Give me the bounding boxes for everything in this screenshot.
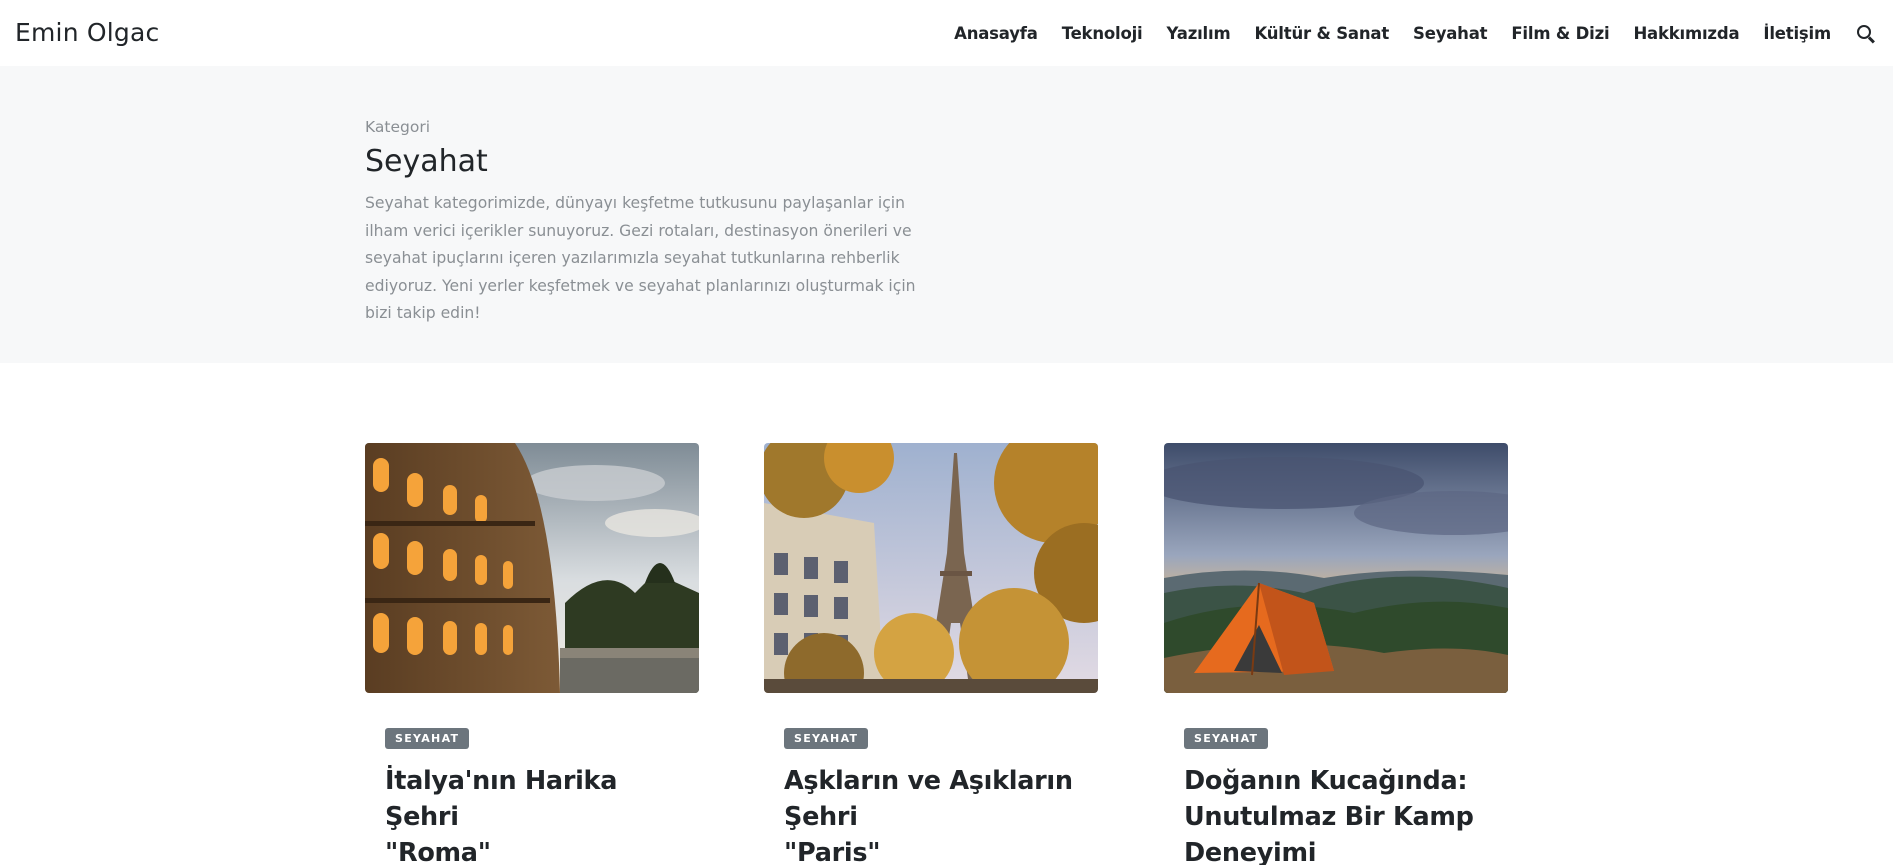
nav-yazilim[interactable]: Yazılım (1167, 24, 1231, 43)
post-title[interactable]: Doğanın Kucağında: Unutulmaz Bir Kamp De… (1184, 763, 1474, 865)
main-nav: Anasayfa Teknoloji Yazılım Kültür & Sana… (930, 0, 1875, 66)
post-title-line: "Paris" (784, 838, 881, 865)
category-badge[interactable]: SEYAHAT (385, 728, 470, 749)
navbar: Emin Olgac Anasayfa Teknoloji Yazılım Kü… (0, 0, 1893, 66)
post-title[interactable]: Aşkların ve Aşıkların Şehri "Paris" (784, 763, 1098, 865)
nav-anasayfa[interactable]: Anasayfa (954, 24, 1038, 43)
post-title-line: Unutulmaz Bir Kamp (1184, 802, 1474, 832)
camping-tent-photo[interactable] (1164, 443, 1508, 693)
post-title-line: İtalya'nın Harika Şehri (385, 766, 618, 832)
category-description: Seyahat kategorimizde, dünyayı keşfetme … (365, 194, 916, 322)
post-title-line: Doğanın Kucağında: (1184, 766, 1468, 796)
nav-hakkimizda[interactable]: Hakkımızda (1633, 24, 1739, 43)
colosseum-photo[interactable] (365, 443, 699, 693)
nav-film-dizi[interactable]: Film & Dizi (1511, 24, 1609, 43)
category-badge[interactable]: SEYAHAT (784, 728, 869, 749)
nav-iletisim[interactable]: İletişim (1763, 24, 1831, 43)
page-title: Seyahat (365, 144, 488, 179)
category-eyebrow: Kategori (365, 118, 431, 136)
category-badge[interactable]: SEYAHAT (1184, 728, 1269, 749)
nav-teknoloji[interactable]: Teknoloji (1062, 24, 1143, 43)
site-brand[interactable]: Emin Olgac (15, 18, 159, 47)
nav-kultur-sanat[interactable]: Kültür & Sanat (1254, 24, 1389, 43)
post-title-line: Deneyimi (1184, 838, 1317, 865)
nav-seyahat[interactable]: Seyahat (1413, 24, 1488, 43)
category-hero: Kategori Seyahat Seyahat kategorimizde, … (0, 66, 1893, 363)
search-icon[interactable] (1855, 23, 1875, 43)
post-title[interactable]: İtalya'nın Harika Şehri "Roma" (385, 763, 699, 865)
post-title-line: Aşkların ve Aşıkların Şehri (784, 766, 1073, 832)
eiffel-tower-photo[interactable] (764, 443, 1098, 693)
post-title-line: "Roma" (385, 838, 491, 865)
